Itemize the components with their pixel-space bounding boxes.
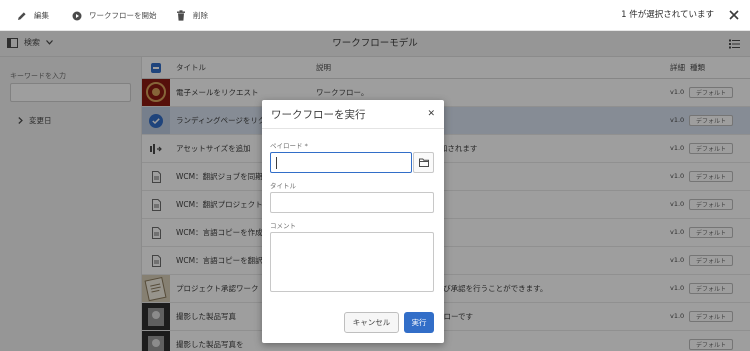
run-workflow-dialog: ワークフローを実行 ✕ ペイロード * タイトル コメント キャンセル 実行 xyxy=(262,100,444,343)
run-button[interactable]: 実行 xyxy=(404,312,434,333)
comment-textarea[interactable] xyxy=(270,232,434,292)
cancel-button[interactable]: キャンセル xyxy=(344,312,399,333)
comment-label: コメント xyxy=(270,222,296,230)
play-icon xyxy=(72,11,82,20)
start-workflow-button[interactable]: ワークフローを開始 xyxy=(72,0,157,31)
pencil-icon xyxy=(18,11,26,20)
delete-button[interactable]: 削除 xyxy=(176,0,208,31)
app-window: 編集 ワークフローを開始 削除 1 件が選択されています 検索 ワークフローモデ… xyxy=(0,0,750,351)
edit-button-label: 編集 xyxy=(34,11,49,20)
text-caret xyxy=(276,157,277,169)
payload-input[interactable] xyxy=(270,152,412,173)
selection-status: 1 件が選択されています xyxy=(621,10,714,20)
dialog-title: ワークフローを実行 xyxy=(271,109,366,121)
delete-button-label: 削除 xyxy=(193,11,208,20)
trash-icon xyxy=(177,10,185,21)
title-label: タイトル xyxy=(270,182,296,190)
folder-icon xyxy=(418,158,429,167)
payload-label: ペイロード * xyxy=(270,142,308,150)
dialog-divider xyxy=(262,128,444,129)
title-input[interactable] xyxy=(270,192,434,213)
edit-button[interactable]: 編集 xyxy=(17,0,49,31)
action-bar: 編集 ワークフローを開始 削除 1 件が選択されています xyxy=(0,0,750,31)
dialog-close-icon[interactable]: ✕ xyxy=(427,110,435,119)
path-browser-button[interactable] xyxy=(413,152,434,173)
close-icon[interactable] xyxy=(728,9,740,21)
start-workflow-label: ワークフローを開始 xyxy=(89,11,157,20)
